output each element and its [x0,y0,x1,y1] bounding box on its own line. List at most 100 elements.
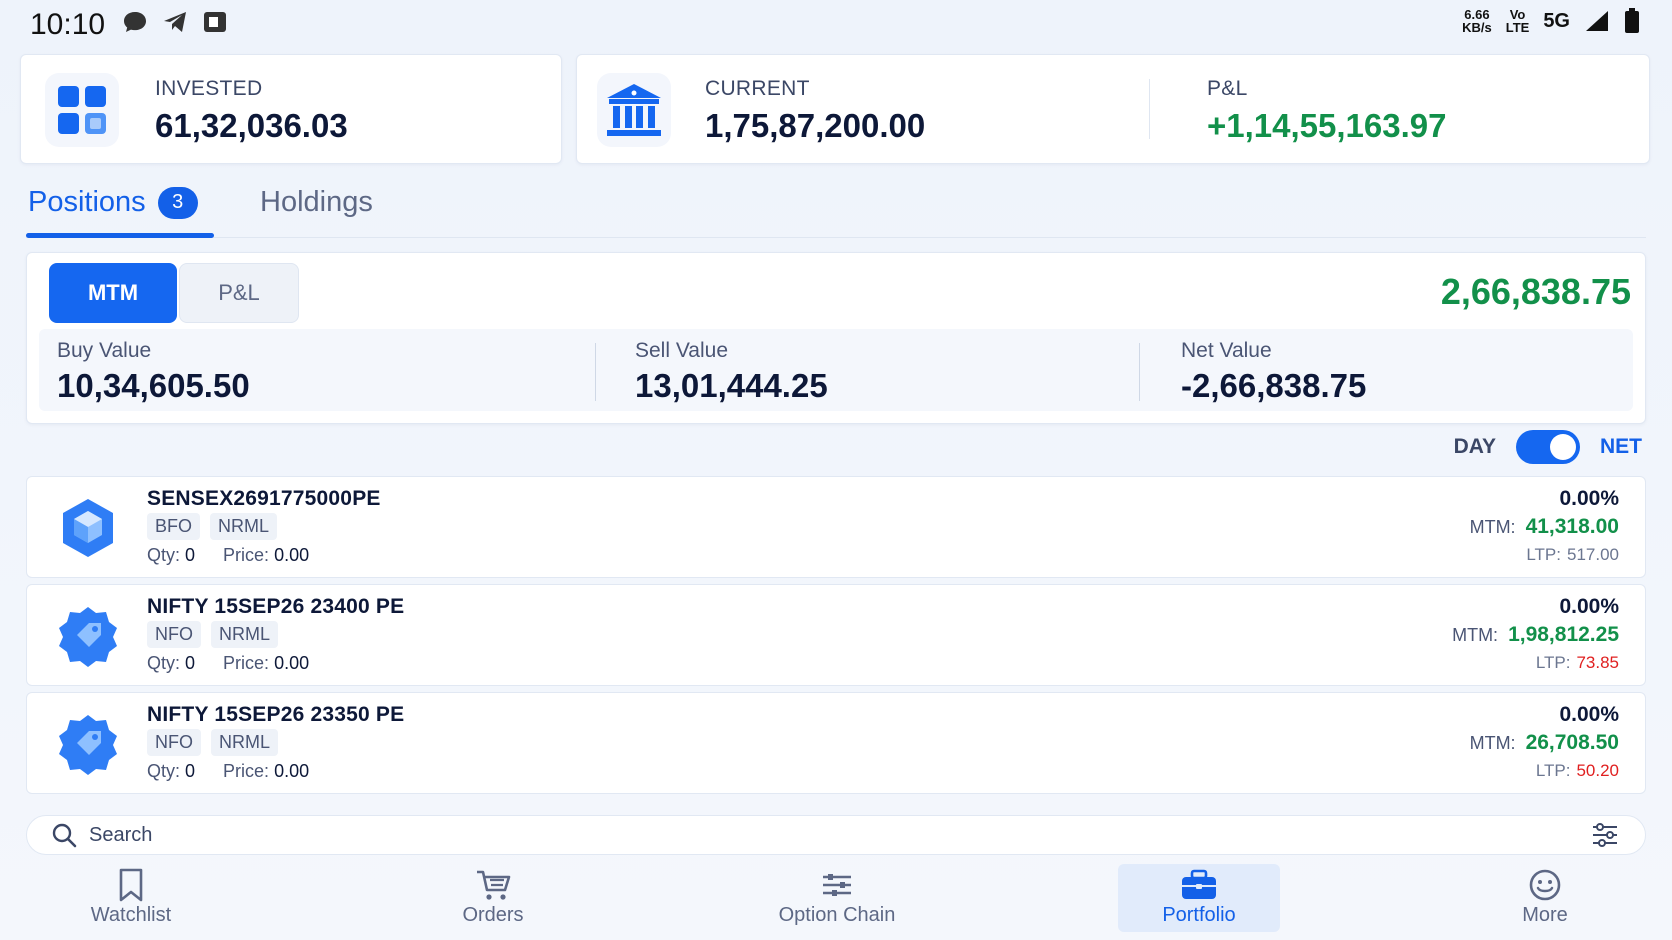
nav-more[interactable]: More [1464,864,1626,932]
ltp-value: 50.20 [1576,761,1619,780]
invested-card: INVESTED 61,32,036.03 [20,54,562,164]
value-divider [1139,343,1140,401]
nav-option-chain[interactable]: Option Chain [757,864,917,932]
mtm-field: MTM: 1,98,812.25 [1452,623,1619,646]
search-input[interactable] [89,820,1489,850]
invested-label: INVESTED [155,77,263,100]
qty-field: Qty: 0 [147,545,196,565]
filter-icon[interactable] [1591,822,1619,848]
nav-more-label: More [1522,904,1568,926]
exchange-chip: NFO [147,621,201,648]
portfolio-tabs: Positions 3 Holdings [26,178,1646,238]
tab-positions[interactable]: Positions 3 [28,186,198,219]
chat-bubble-icon [124,12,146,32]
grid-icon [58,86,106,134]
pnl-toggle-button[interactable]: P&L [179,263,299,323]
mtm-value: 41,318.00 [1525,515,1619,538]
smiley-icon [1529,869,1561,901]
app-icon [204,12,226,32]
change-percent: 0.00% [1559,595,1619,618]
active-tab-indicator [26,233,214,238]
qty-value: 0 [185,653,196,673]
switch-knob [1550,434,1576,460]
day-net-toggle-row: DAY NET [1454,430,1642,464]
network-type: 5G [1543,9,1570,32]
mtm-card: MTM P&L 2,66,838.75 Buy Value 10,34,605.… [26,252,1646,424]
nav-orders[interactable]: Orders [412,864,574,932]
search-icon [52,823,77,848]
position-row[interactable]: NIFTY 15SEP26 23400 PE NFO NRML Qty: 0 P… [26,584,1646,686]
qty-value: 0 [185,761,196,781]
bookmark-icon [119,868,143,902]
product-chip: NRML [211,729,279,756]
bank-icon [607,84,661,136]
position-symbol: NIFTY 15SEP26 23400 PE [147,595,405,618]
tab-holdings-label: Holdings [260,186,373,218]
sliders-icon [823,874,851,896]
bottom-navigation: Watchlist Orders Option Chain Portfolio … [0,858,1672,940]
current-value: 1,75,87,200.00 [705,107,926,144]
exchange-chip: NFO [147,729,201,756]
value-summary-row: Buy Value 10,34,605.50 Sell Value 13,01,… [39,329,1633,411]
pnl-value: +1,14,55,163.97 [1207,107,1447,144]
current-icon-box [597,73,671,147]
tab-holdings[interactable]: Holdings [260,186,373,219]
ltp-value: 73.85 [1576,653,1619,672]
position-row[interactable]: SENSEX2691775000PE BFO NRML Qty: 0 Price… [26,476,1646,578]
battery-icon [1625,8,1639,33]
mtm-field: MTM: 41,318.00 [1469,515,1619,538]
pnl-label: P&L [1207,77,1248,100]
ltp-field: LTP: 73.85 [1535,653,1619,672]
position-symbol: NIFTY 15SEP26 23350 PE [147,703,405,726]
briefcase-icon [1182,869,1216,899]
qty-field: Qty: 0 [147,653,196,673]
data-speed: 6.66 KB/s [1462,7,1492,35]
mtm-total-value: 2,66,838.75 [1440,271,1631,312]
positions-count-badge: 3 [157,186,198,219]
nav-watchlist-label: Watchlist [90,904,172,926]
mtm-toggle-button[interactable]: MTM [49,263,177,323]
telegram-icon [164,12,186,32]
clock: 10:10 [30,8,106,41]
price-field: Price: 0.00 [223,653,310,673]
price-field: Price: 0.00 [223,761,310,781]
qty-value: 0 [185,545,196,565]
day-net-switch[interactable] [1516,430,1580,464]
nav-watchlist[interactable]: Watchlist [50,864,212,932]
current-label: CURRENT [705,77,810,100]
product-chip: NRML [211,621,279,648]
nav-portfolio-label: Portfolio [1162,904,1236,926]
nav-option-chain-label: Option Chain [778,904,896,926]
mtm-value: 1,98,812.25 [1508,623,1619,646]
volte-indicator: Vo LTE [1505,7,1530,35]
net-label: NET [1600,435,1642,458]
current-pnl-card: CURRENT 1,75,87,200.00 P&L +1,14,55,163.… [576,54,1650,164]
buy-value: 10,34,605.50 [57,367,250,404]
day-label: DAY [1453,435,1496,458]
change-percent: 0.00% [1559,487,1619,510]
signal-icon [1586,11,1608,31]
exchange-chip: BFO [147,513,201,540]
product-chip: NRML [210,513,278,540]
cube-icon [63,499,113,557]
nav-portfolio[interactable]: Portfolio [1118,864,1280,932]
position-row[interactable]: NIFTY 15SEP26 23350 PE NFO NRML Qty: 0 P… [26,692,1646,794]
change-percent: 0.00% [1559,703,1619,726]
tag-icon [59,715,117,775]
ltp-value: 517.00 [1567,545,1619,564]
summary-divider [1149,79,1150,139]
net-value: -2,66,838.75 [1181,367,1367,404]
system-indicators: 6.66 KB/s Vo LTE 5G [1462,8,1640,34]
invested-icon-box [45,73,119,147]
cart-icon [477,870,511,900]
price-value: 0.00 [274,653,310,673]
nav-orders-label: Orders [462,904,524,926]
sell-value: 13,01,444.25 [635,367,828,404]
buy-value-label: Buy Value [57,339,152,362]
ltp-field: LTP: 50.20 [1535,761,1619,780]
search-bar [26,815,1646,855]
mtm-field: MTM: 26,708.50 [1469,731,1619,754]
sell-value-label: Sell Value [635,339,729,362]
ltp-field: LTP: 517.00 [1526,545,1619,564]
net-value-label: Net Value [1181,339,1272,362]
